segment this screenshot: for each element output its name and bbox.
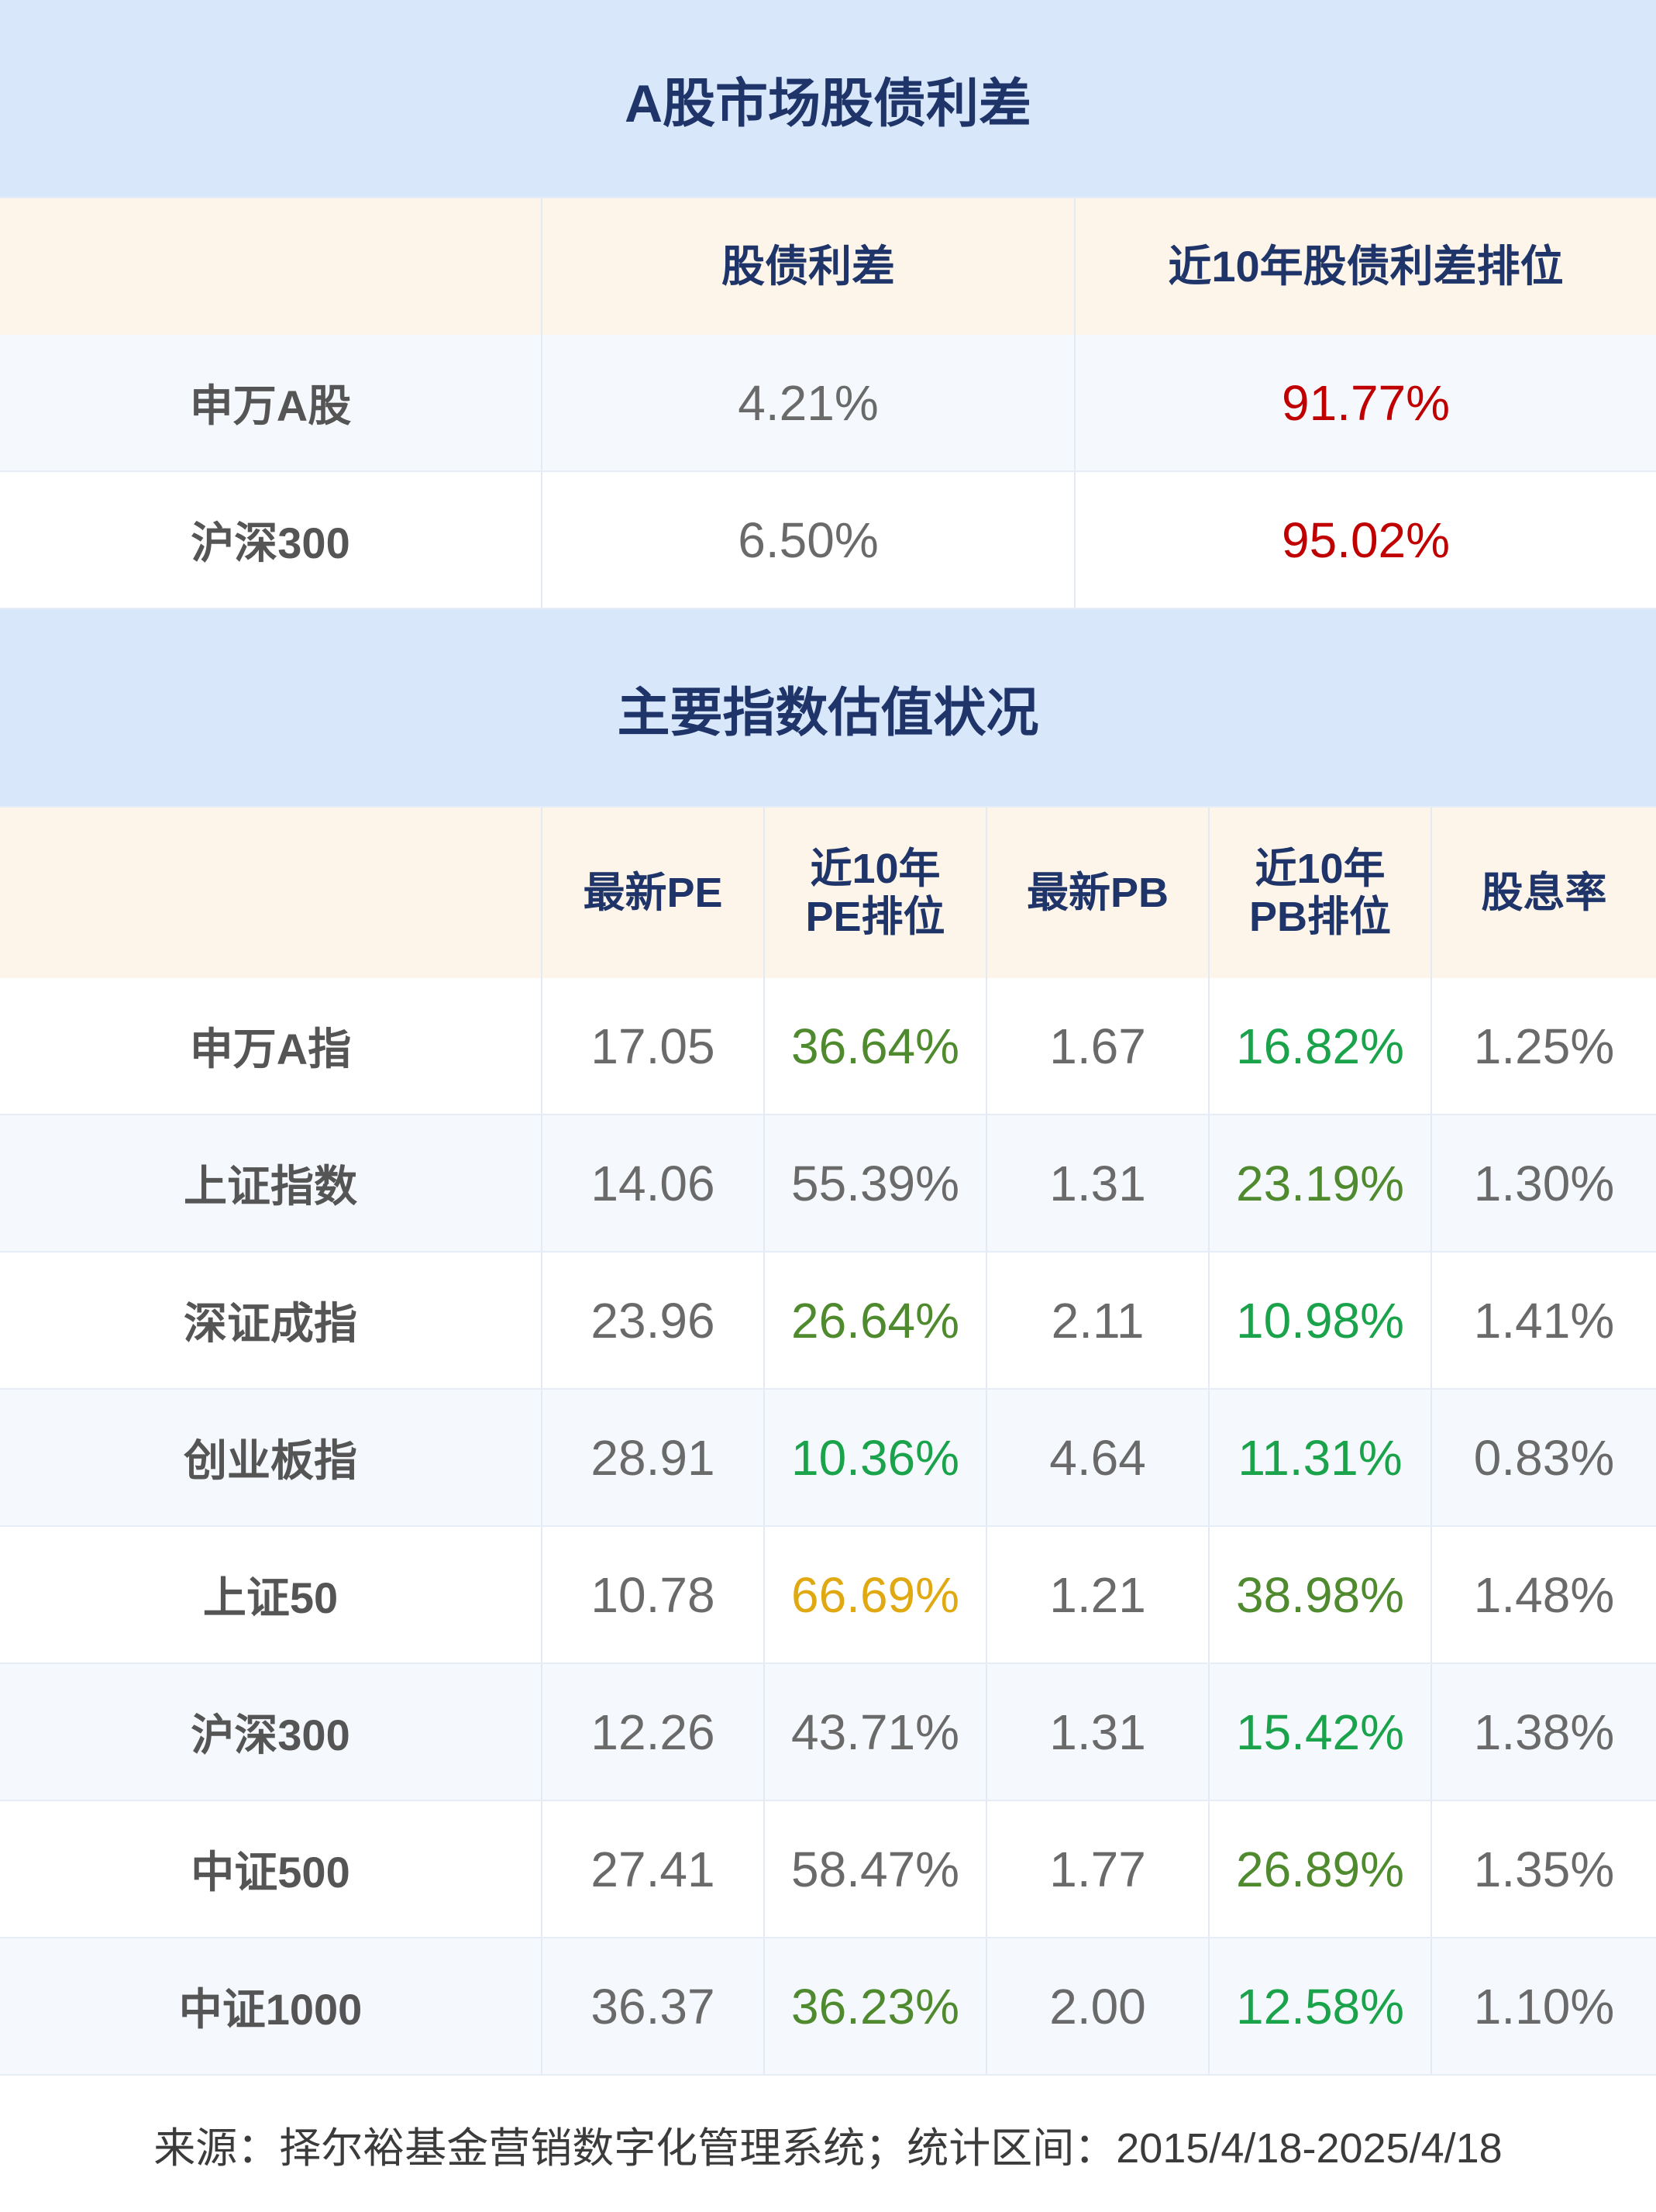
spread-value: 6.50% (542, 472, 1076, 608)
pb-value: 2.00 (987, 1938, 1210, 2074)
table-row: 中证500 27.41 58.47% 1.77 26.89% 1.35% (0, 1801, 1656, 1938)
pb-rank-value: 16.82% (1210, 978, 1432, 1114)
pb-rank-value: 26.89% (1210, 1801, 1432, 1937)
row-label: 深证成指 (0, 1252, 542, 1388)
spread-table: 股债利差 近10年股债利差排位 申万A股 4.21% 91.77% 沪深300 6.50… (0, 198, 1656, 609)
pe-value: 17.05 (542, 978, 765, 1114)
row-label: 上证50 (0, 1527, 542, 1662)
pb-value: 2.11 (987, 1252, 1210, 1388)
valuation-infographic: A股市场股债利差 股债利差 近10年股债利差排位 申万A股 4.21% 91.77%… (0, 0, 1656, 2198)
row-label: 沪深300 (0, 1664, 542, 1800)
pb-rank-value: 11.31% (1210, 1390, 1432, 1525)
table-row: 申万A股 4.21% 91.77% (0, 335, 1656, 472)
table-row: 创业板指 28.91 10.36% 4.64 11.31% 0.83% (0, 1390, 1656, 1527)
spread-rank-value: 95.02% (1281, 512, 1451, 568)
pe-value: 12.26 (542, 1664, 765, 1800)
pe-value: 10.78 (542, 1527, 765, 1662)
pe-value: 23.96 (542, 1252, 765, 1388)
section-title-spread: A股市场股债利差 (0, 0, 1656, 198)
header-latest-pb: 最新PB (987, 808, 1210, 978)
dividend-yield-value: 1.25% (1473, 1018, 1615, 1074)
dividend-yield-value: 1.41% (1473, 1292, 1615, 1349)
header-latest-pe: 最新PE (542, 808, 765, 978)
dividend-yield-value: 1.30% (1473, 1155, 1615, 1211)
pe-rank-value: 10.36% (765, 1390, 987, 1525)
header-empty (0, 808, 542, 978)
header-spread: 股债利差 (542, 198, 1076, 335)
pe-rank-value: 58.47% (765, 1801, 987, 1937)
pb-rank-value: 15.42% (1210, 1664, 1432, 1800)
row-label: 沪深300 (0, 472, 542, 608)
pe-rank-value: 26.64% (765, 1252, 987, 1388)
pb-rank-value: 38.98% (1210, 1527, 1432, 1662)
row-label: 创业板指 (0, 1390, 542, 1525)
pb-value: 1.67 (987, 978, 1210, 1114)
spread-rank-value: 91.77% (1281, 374, 1451, 431)
pb-rank-value: 10.98% (1210, 1252, 1432, 1388)
pb-value: 1.31 (987, 1115, 1210, 1251)
pe-rank-value: 36.64% (765, 978, 987, 1114)
dividend-yield-value: 1.48% (1473, 1566, 1615, 1623)
pe-value: 14.06 (542, 1115, 765, 1251)
pe-value: 27.41 (542, 1801, 765, 1937)
source-footer: 来源：择尔裕基金营销数字化管理系统；统计区间：2015/4/18-2025/4/… (153, 2124, 1503, 2172)
spread-table-header: 股债利差 近10年股债利差排位 (0, 198, 1656, 335)
pe-value: 36.37 (542, 1938, 765, 2074)
dividend-yield-value: 1.35% (1473, 1841, 1615, 1897)
header-empty (0, 198, 542, 335)
dividend-yield-value: 1.38% (1473, 1704, 1615, 1760)
dividend-yield-value: 1.10% (1473, 1978, 1615, 2035)
row-label: 申万A指 (0, 978, 542, 1114)
table-row: 申万A指 17.05 36.64% 1.67 16.82% 1.25% (0, 978, 1656, 1115)
table-row: 上证指数 14.06 55.39% 1.31 23.19% 1.30% (0, 1115, 1656, 1252)
row-label: 申万A股 (0, 335, 542, 470)
table-row: 深证成指 23.96 26.64% 2.11 10.98% 1.41% (0, 1252, 1656, 1390)
valuation-table: 最新PE 近10年 PE排位 最新PB 近10年 PB排位 股息率 申万A指 17… (0, 808, 1656, 2076)
pb-rank-value: 23.19% (1210, 1115, 1432, 1251)
table-row: 沪深300 6.50% 95.02% (0, 472, 1656, 609)
pb-value: 4.64 (987, 1390, 1210, 1525)
pb-rank-value: 12.58% (1210, 1938, 1432, 2074)
pe-rank-value: 36.23% (765, 1938, 987, 2074)
row-label: 中证1000 (0, 1938, 542, 2074)
header-pe-rank: 近10年 PE排位 (765, 808, 987, 978)
section-title-valuation: 主要指数估值状况 (0, 609, 1656, 808)
table-row: 中证1000 36.37 36.23% 2.00 12.58% 1.10% (0, 1938, 1656, 2076)
dividend-yield-value: 0.83% (1473, 1429, 1615, 1486)
row-label: 中证500 (0, 1801, 542, 1937)
pb-value: 1.21 (987, 1527, 1210, 1662)
valuation-table-header: 最新PE 近10年 PE排位 最新PB 近10年 PB排位 股息率 (0, 808, 1656, 978)
pe-rank-value: 55.39% (765, 1115, 987, 1251)
pb-value: 1.77 (987, 1801, 1210, 1937)
table-row: 沪深300 12.26 43.71% 1.31 15.42% 1.38% (0, 1664, 1656, 1801)
table-row: 上证50 10.78 66.69% 1.21 38.98% 1.48% (0, 1527, 1656, 1664)
pe-rank-value: 43.71% (765, 1664, 987, 1800)
row-label: 上证指数 (0, 1115, 542, 1251)
pb-value: 1.31 (987, 1664, 1210, 1800)
pe-value: 28.91 (542, 1390, 765, 1525)
header-pb-rank: 近10年 PB排位 (1210, 808, 1432, 978)
spread-value: 4.21% (542, 335, 1076, 470)
header-spread-rank: 近10年股债利差排位 (1168, 241, 1564, 291)
pe-rank-value: 66.69% (765, 1527, 987, 1662)
header-dividend-yield: 股息率 (1481, 869, 1607, 916)
